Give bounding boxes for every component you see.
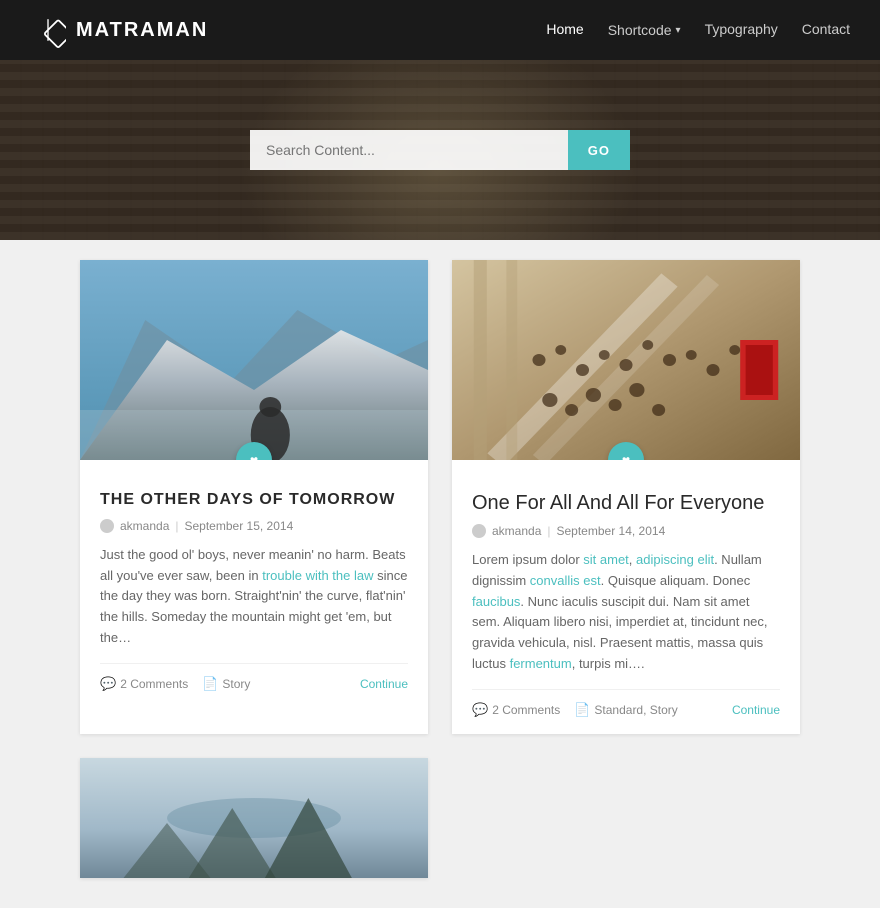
- post-card-1: ♥ THE OTHER DAYS OF TOMORROW akmanda | S…: [80, 260, 428, 734]
- author-icon-1: [100, 519, 114, 533]
- post-date-2: September 14, 2014: [557, 524, 666, 538]
- nav-typography[interactable]: Typography: [705, 21, 778, 37]
- comments-count-2: 2 Comments: [492, 703, 560, 717]
- author-icon-2: [472, 524, 486, 538]
- post-excerpt-2: Lorem ipsum dolor sit amet, adipiscing e…: [472, 550, 780, 675]
- search-button[interactable]: GO: [568, 130, 630, 170]
- main-content: ♥ THE OTHER DAYS OF TOMORROW akmanda | S…: [0, 240, 880, 908]
- excerpt-link-2c[interactable]: convallis est: [530, 573, 601, 588]
- post-meta-1: akmanda | September 15, 2014: [100, 519, 408, 533]
- comments-tag-2: 💬 2 Comments: [472, 702, 560, 718]
- post-category-1: Story: [222, 677, 250, 691]
- post-image-lake: [80, 758, 428, 878]
- post-card-4-placeholder: [452, 758, 800, 878]
- comment-icon-1: 💬: [100, 676, 116, 692]
- search-input[interactable]: [250, 130, 568, 170]
- post-tags-2: 💬 2 Comments 📄 Standard, Story: [472, 702, 678, 718]
- comments-tag-1: 💬 2 Comments: [100, 676, 188, 692]
- post-tags-1: 💬 2 Comments 📄 Story: [100, 676, 250, 692]
- excerpt-link-1[interactable]: trouble with the law: [262, 568, 373, 583]
- post-body-1: THE OTHER DAYS OF TOMORROW akmanda | Sep…: [80, 460, 428, 708]
- post-title-2: One For All And All For Everyone: [472, 490, 780, 516]
- nav-home[interactable]: Home: [546, 21, 583, 37]
- logo[interactable]: MATRAMAN: [30, 12, 208, 48]
- nav-links: Home Shortcode ▾ Typography Contact: [546, 21, 850, 39]
- category-tag-1: 📄 Story: [202, 676, 250, 692]
- excerpt-link-2d[interactable]: faucibus: [472, 594, 520, 609]
- logo-icon: [30, 12, 66, 48]
- post-card-3: [80, 758, 428, 878]
- navbar: MATRAMAN Home Shortcode ▾ Typography Con…: [0, 0, 880, 60]
- search-bar: GO: [250, 130, 630, 170]
- continue-link-1[interactable]: Continue: [360, 677, 408, 691]
- continue-link-2[interactable]: Continue: [732, 703, 780, 717]
- nav-contact[interactable]: Contact: [802, 21, 850, 37]
- post-category-2: Standard, Story: [594, 703, 677, 717]
- post-card-2: ♥ One For All And All For Everyone akman…: [452, 260, 800, 734]
- post-title-1: THE OTHER DAYS OF TOMORROW: [100, 490, 408, 511]
- brand-name: MATRAMAN: [76, 19, 208, 42]
- category-icon-1: 📄: [202, 676, 218, 692]
- post-excerpt-1: Just the good ol' boys, never meanin' no…: [100, 545, 408, 649]
- excerpt-link-2e[interactable]: fermentum: [510, 656, 572, 671]
- comment-icon-2: 💬: [472, 702, 488, 718]
- post-date-1: September 15, 2014: [185, 519, 294, 533]
- category-icon-2: 📄: [574, 702, 590, 718]
- post-footer-1: 💬 2 Comments 📄 Story Continue: [100, 663, 408, 692]
- chevron-down-icon: ▾: [676, 25, 681, 36]
- post-body-2: One For All And All For Everyone akmanda…: [452, 460, 800, 734]
- category-tag-2: 📄 Standard, Story: [574, 702, 678, 718]
- hero-section: GO: [0, 60, 880, 240]
- excerpt-link-2b[interactable]: adipiscing elit: [636, 552, 714, 567]
- post-author-2: akmanda: [492, 524, 541, 538]
- post-footer-2: 💬 2 Comments 📄 Standard, Story Continue: [472, 689, 780, 718]
- excerpt-link-2a[interactable]: sit amet: [583, 552, 629, 567]
- post-image-crowd: ♥: [452, 260, 800, 460]
- nav-shortcode[interactable]: Shortcode ▾: [608, 22, 681, 38]
- comments-count-1: 2 Comments: [120, 677, 188, 691]
- post-author-1: akmanda: [120, 519, 169, 533]
- post-image-mountains: ♥: [80, 260, 428, 460]
- posts-grid: ♥ THE OTHER DAYS OF TOMORROW akmanda | S…: [80, 260, 800, 734]
- post-meta-2: akmanda | September 14, 2014: [472, 524, 780, 538]
